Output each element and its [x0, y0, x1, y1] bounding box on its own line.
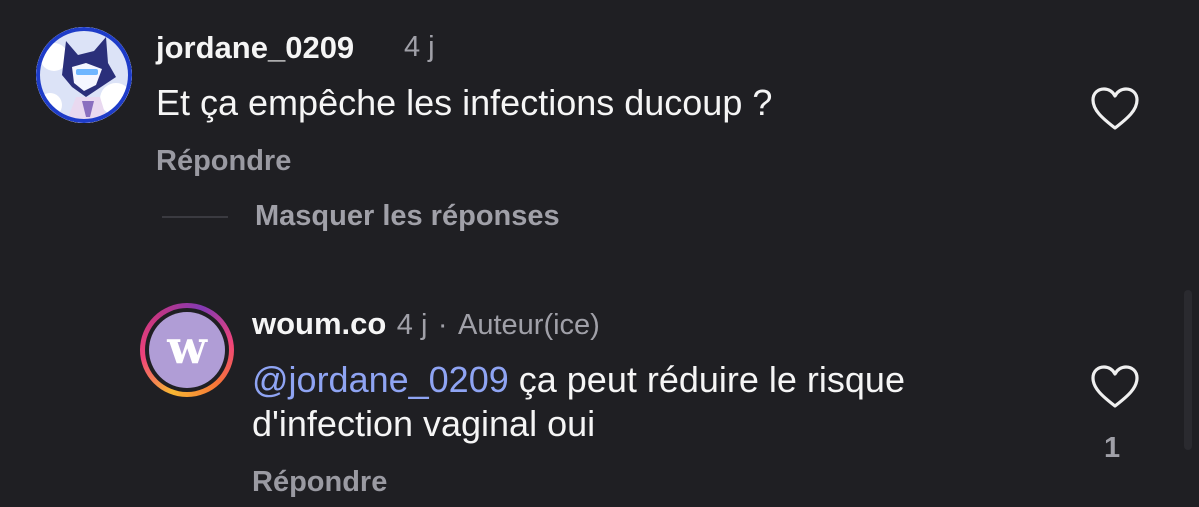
fox-avatar-icon [36, 27, 132, 123]
heart-outline-icon[interactable] [1090, 364, 1140, 410]
comment-text: Et ça empêche les infections ducoup ? [156, 82, 773, 123]
meta-separator: · [437, 309, 448, 341]
comment-age: 4 j [404, 31, 435, 63]
reply-button[interactable]: Répondre [252, 466, 387, 499]
mention-link[interactable]: @jordane_0209 [252, 359, 509, 400]
author-role-badge: Auteur(ice) [458, 309, 600, 341]
commenter-avatar[interactable] [36, 27, 132, 123]
like-count: 1 [1104, 432, 1121, 464]
author-username[interactable]: woum.co [252, 306, 386, 341]
commenter-username[interactable]: jordane_0209 [156, 30, 354, 66]
reply-age: 4 j [396, 309, 428, 341]
hide-replies-button[interactable]: Masquer les réponses [255, 200, 560, 233]
avatar-ring-gap: w [145, 308, 229, 392]
reply-header: woum.co 4 j · Auteur(ice) [252, 306, 600, 342]
author-avatar-letter: w [149, 312, 225, 388]
scrollbar[interactable] [1184, 290, 1192, 450]
replies-divider [162, 216, 228, 218]
reply-button[interactable]: Répondre [156, 145, 291, 178]
reply-text-line1: ça peut réduire le risque [508, 359, 905, 400]
reply-text-line2: d'infection vaginal oui [252, 403, 596, 444]
heart-outline-icon[interactable] [1090, 86, 1140, 132]
author-avatar[interactable]: w [140, 303, 234, 397]
reply-text: @jordane_0209 ça peut réduire le risque [252, 357, 905, 403]
